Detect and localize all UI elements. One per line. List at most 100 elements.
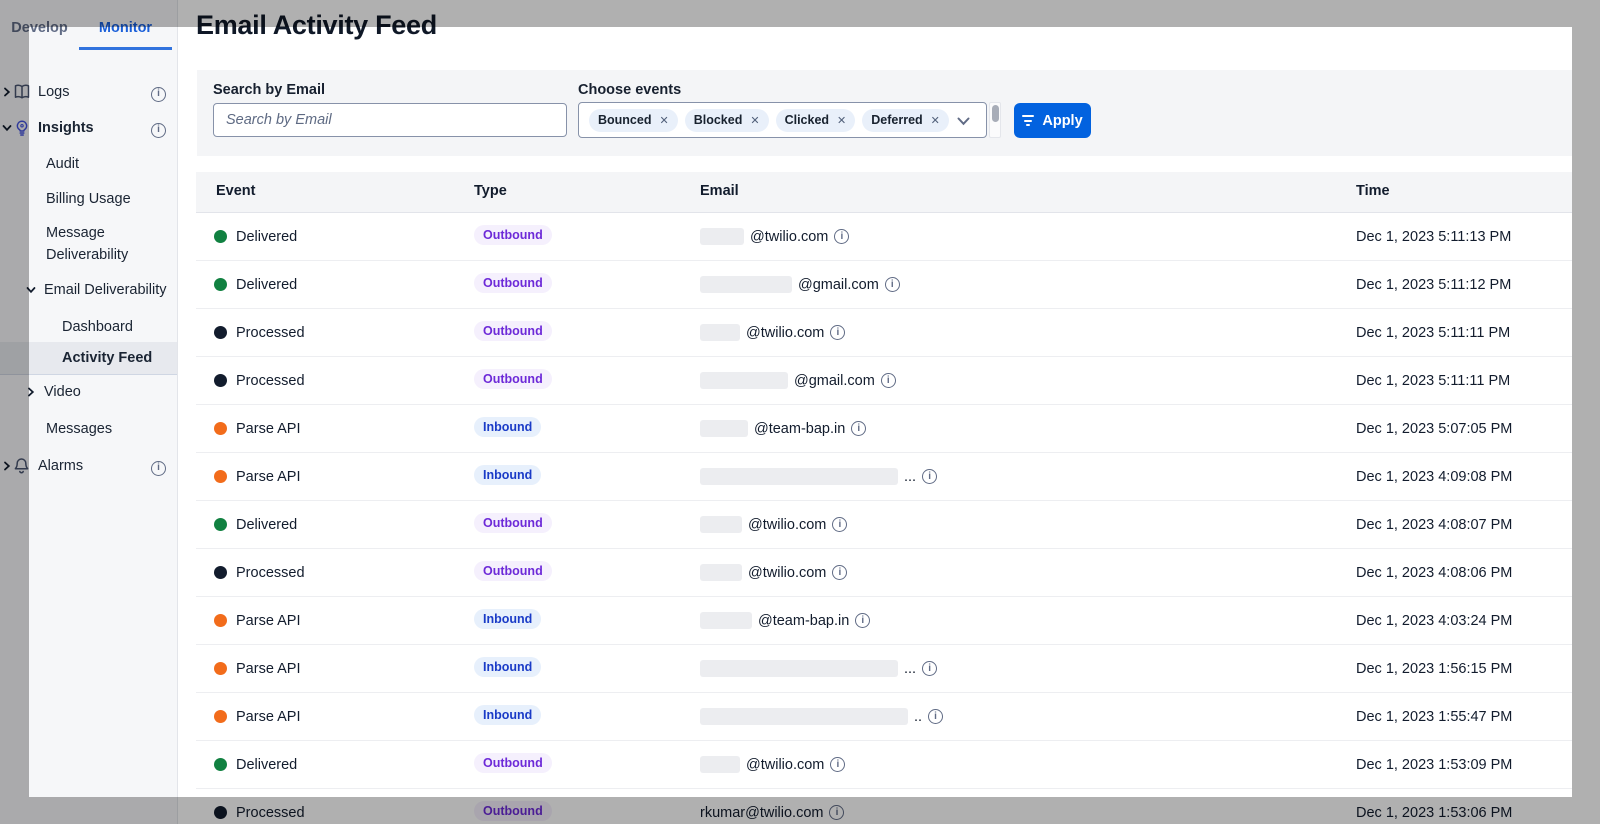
info-icon[interactable]: i xyxy=(829,805,844,820)
email-cell: ... i xyxy=(700,453,937,500)
table-row[interactable]: Delivered Outbound @gmail.com i Dec 1, 2… xyxy=(196,261,1572,309)
sidebar-item-video[interactable]: Video xyxy=(0,375,177,409)
info-icon[interactable]: i xyxy=(928,709,943,724)
email-redaction xyxy=(700,324,740,341)
email-text: rkumar@twilio.com xyxy=(700,805,823,821)
chip-label: Blocked xyxy=(694,113,743,127)
time-cell: Dec 1, 2023 4:08:07 PM xyxy=(1356,501,1512,548)
table-row[interactable]: Delivered Outbound @twilio.com i Dec 1, … xyxy=(196,501,1572,549)
type-pill: Outbound xyxy=(474,513,552,533)
event-cell: Parse API xyxy=(214,597,300,644)
select-scrollbar-thumb[interactable] xyxy=(992,105,999,122)
event-chip-bounced[interactable]: Bounced✕ xyxy=(589,109,678,132)
sidebar-item-label: Insights xyxy=(38,120,94,136)
info-icon[interactable]: i xyxy=(834,229,849,244)
table-row[interactable]: Delivered Outbound @twilio.com i Dec 1, … xyxy=(196,741,1572,789)
table-body: Delivered Outbound @twilio.com i Dec 1, … xyxy=(196,213,1572,824)
email-cell: @twilio.com i xyxy=(700,309,845,356)
email-redaction xyxy=(700,276,792,293)
event-status-dot xyxy=(214,710,227,723)
table-row[interactable]: Processed Outbound @twilio.com i Dec 1, … xyxy=(196,309,1572,357)
type-cell: Inbound xyxy=(474,657,541,677)
table-row[interactable]: Processed Outbound rkumar@twilio.com i D… xyxy=(196,789,1572,824)
tab-monitor[interactable]: Monitor xyxy=(79,10,172,50)
info-icon[interactable]: i xyxy=(922,661,937,676)
info-icon[interactable]: i xyxy=(151,120,166,138)
chevron-down-icon[interactable] xyxy=(26,285,36,295)
event-cell: Delivered xyxy=(214,501,297,548)
email-cell: @team-bap.in i xyxy=(700,405,866,452)
sidebar-item-insights[interactable]: Insights i xyxy=(0,110,177,146)
sidebar-item-alarms[interactable]: Alarmsi xyxy=(0,449,177,483)
sidebar-item-label: Message Deliverability xyxy=(46,222,166,266)
chevron-down-icon[interactable] xyxy=(957,117,970,126)
email-redaction xyxy=(700,708,908,725)
tab-develop[interactable]: Develop xyxy=(0,10,79,50)
email-redaction xyxy=(700,612,752,629)
info-icon[interactable]: i xyxy=(832,565,847,580)
event-status-dot xyxy=(214,758,227,771)
sidebar-item-messages[interactable]: Messages xyxy=(0,409,177,449)
sidebar-item-billing-usage[interactable]: Billing Usage xyxy=(0,181,177,216)
event-chip-deferred[interactable]: Deferred✕ xyxy=(862,109,949,132)
sidebar-item-email-deliverability[interactable]: Email Deliverability xyxy=(0,268,177,312)
apply-button-label: Apply xyxy=(1042,113,1082,129)
email-text: @gmail.com xyxy=(798,277,879,293)
events-multiselect[interactable]: Bounced✕Blocked✕Clicked✕Deferred✕ xyxy=(578,102,987,138)
email-text: ... xyxy=(904,469,916,485)
event-label: Parse API xyxy=(236,613,300,629)
info-icon[interactable]: i xyxy=(881,373,896,388)
type-pill: Outbound xyxy=(474,321,552,341)
chip-remove-icon[interactable]: ✕ xyxy=(837,114,846,127)
sidebar-item-dashboard[interactable]: Dashboard xyxy=(0,312,177,342)
table-row[interactable]: Parse API Inbound ... i Dec 1, 2023 1:56… xyxy=(196,645,1572,693)
table-row[interactable]: Delivered Outbound @twilio.com i Dec 1, … xyxy=(196,213,1572,261)
email-cell: @team-bap.in i xyxy=(700,597,870,644)
table-row[interactable]: Parse API Inbound .. i Dec 1, 2023 1:55:… xyxy=(196,693,1572,741)
event-chip-blocked[interactable]: Blocked ✕ xyxy=(685,109,769,132)
type-pill: Outbound xyxy=(474,753,552,773)
info-icon[interactable]: i xyxy=(830,757,845,772)
sidebar-item-message-deliverability[interactable]: Message Deliverability xyxy=(0,216,177,268)
info-icon[interactable]: i xyxy=(832,517,847,532)
table-row[interactable]: Processed Outbound @twilio.com i Dec 1, … xyxy=(196,549,1572,597)
chevron-down-icon[interactable] xyxy=(2,123,12,133)
email-text: @twilio.com xyxy=(746,757,824,773)
table-row[interactable]: Parse API Inbound @team-bap.in i Dec 1, … xyxy=(196,597,1572,645)
info-icon[interactable]: i xyxy=(922,469,937,484)
sidebar-item-activity-feed[interactable]: Activity Feed xyxy=(0,342,177,375)
chevron-right-icon[interactable] xyxy=(2,461,12,471)
apply-button[interactable]: Apply xyxy=(1014,103,1091,138)
info-icon[interactable]: i xyxy=(151,458,166,476)
event-cell: Processed xyxy=(214,309,305,356)
sidebar-item-audit[interactable]: Audit xyxy=(0,146,177,181)
info-icon[interactable]: i xyxy=(851,421,866,436)
email-text: @team-bap.in xyxy=(754,421,845,437)
filter-icon xyxy=(1022,115,1034,126)
event-chip-clicked[interactable]: Clicked✕ xyxy=(776,109,856,132)
info-icon[interactable]: i xyxy=(151,84,166,102)
event-label: Processed xyxy=(236,565,305,581)
event-chips: Bounced✕Blocked✕Clicked✕Deferred✕ xyxy=(589,109,949,132)
chip-remove-icon[interactable]: ✕ xyxy=(659,114,668,127)
chip-remove-icon[interactable]: ✕ xyxy=(931,114,940,127)
event-status-dot xyxy=(214,326,227,339)
time-cell: Dec 1, 2023 1:53:06 PM xyxy=(1356,789,1512,824)
chevron-right-icon[interactable] xyxy=(26,387,36,397)
chip-remove-icon[interactable]: ✕ xyxy=(750,114,759,127)
select-scrollbar[interactable] xyxy=(989,102,1001,138)
sidebar-item-label: Email Deliverability xyxy=(44,282,166,298)
table-row[interactable]: Parse API Inbound @team-bap.in i Dec 1, … xyxy=(196,405,1572,453)
table-row[interactable]: Parse API Inbound ... i Dec 1, 2023 4:09… xyxy=(196,453,1572,501)
sidebar-item-label: Dashboard xyxy=(62,319,133,335)
chevron-right-icon[interactable] xyxy=(2,87,12,97)
info-icon[interactable]: i xyxy=(885,277,900,292)
sidebar-item-logs[interactable]: Logsi xyxy=(0,74,177,110)
info-icon[interactable]: i xyxy=(830,325,845,340)
info-icon[interactable]: i xyxy=(855,613,870,628)
type-pill: Inbound xyxy=(474,609,541,629)
search-input[interactable] xyxy=(213,103,567,137)
table-row[interactable]: Processed Outbound @gmail.com i Dec 1, 2… xyxy=(196,357,1572,405)
email-cell: @gmail.com i xyxy=(700,261,900,308)
event-label: Processed xyxy=(236,805,305,821)
